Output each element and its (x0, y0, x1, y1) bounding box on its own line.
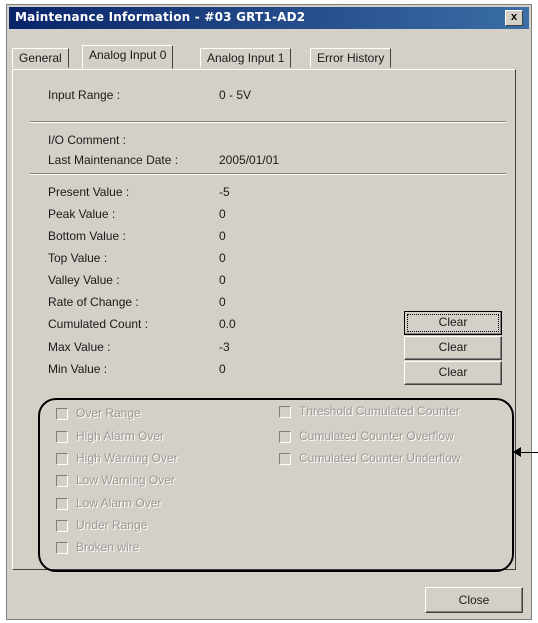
separator (30, 121, 506, 123)
min-value-label: Min Value : (48, 362, 108, 376)
clear-min-value-button[interactable]: Clear (404, 361, 502, 385)
max-value-label: Max Value : (48, 340, 111, 354)
peak-value: 0 (219, 207, 226, 221)
last-maintenance-value: 2005/01/01 (219, 153, 280, 167)
clear-max-value-button[interactable]: Clear (404, 336, 502, 360)
close-button[interactable]: Close (425, 587, 523, 613)
min-value: 0 (219, 362, 226, 376)
callout-arrow-icon (513, 447, 521, 457)
top-value: 0 (219, 251, 226, 265)
callout-outline (38, 398, 514, 572)
top-value-label: Top Value : (48, 251, 108, 265)
bottom-value-label: Bottom Value : (48, 229, 126, 243)
separator (30, 173, 506, 175)
tab-general[interactable]: General (12, 48, 69, 68)
valley-value-label: Valley Value : (48, 273, 120, 287)
rate-of-change-value: 0 (219, 295, 226, 309)
clear-cumulated-count-button[interactable]: Clear (404, 311, 502, 335)
max-value: -3 (219, 340, 230, 354)
tab-error-history[interactable]: Error History (310, 48, 392, 68)
bottom-value: 0 (219, 229, 226, 243)
cumulated-count-value: 0.0 (219, 317, 236, 331)
callout-arrow-line (520, 452, 538, 453)
input-range-value: 0 - 5V (219, 88, 252, 102)
window-title: Maintenance Information - #03 GRT1-AD2 (15, 10, 306, 24)
present-value: -5 (219, 185, 230, 199)
tab-analog-input-0[interactable]: Analog Input 0 (82, 45, 174, 69)
tab-analog-input-1[interactable]: Analog Input 1 (200, 48, 292, 68)
peak-value-label: Peak Value : (48, 207, 116, 221)
io-comment-label: I/O Comment : (48, 133, 127, 147)
close-icon[interactable]: x (505, 10, 523, 26)
valley-value: 0 (219, 273, 226, 287)
last-maintenance-label: Last Maintenance Date : (48, 153, 179, 167)
present-value-label: Present Value : (48, 185, 130, 199)
title-bar[interactable]: Maintenance Information - #03 GRT1-AD2 x (9, 7, 529, 29)
input-range-label: Input Range : (48, 88, 121, 102)
cumulated-count-label: Cumulated Count : (48, 317, 149, 331)
rate-of-change-label: Rate of Change : (48, 295, 139, 309)
